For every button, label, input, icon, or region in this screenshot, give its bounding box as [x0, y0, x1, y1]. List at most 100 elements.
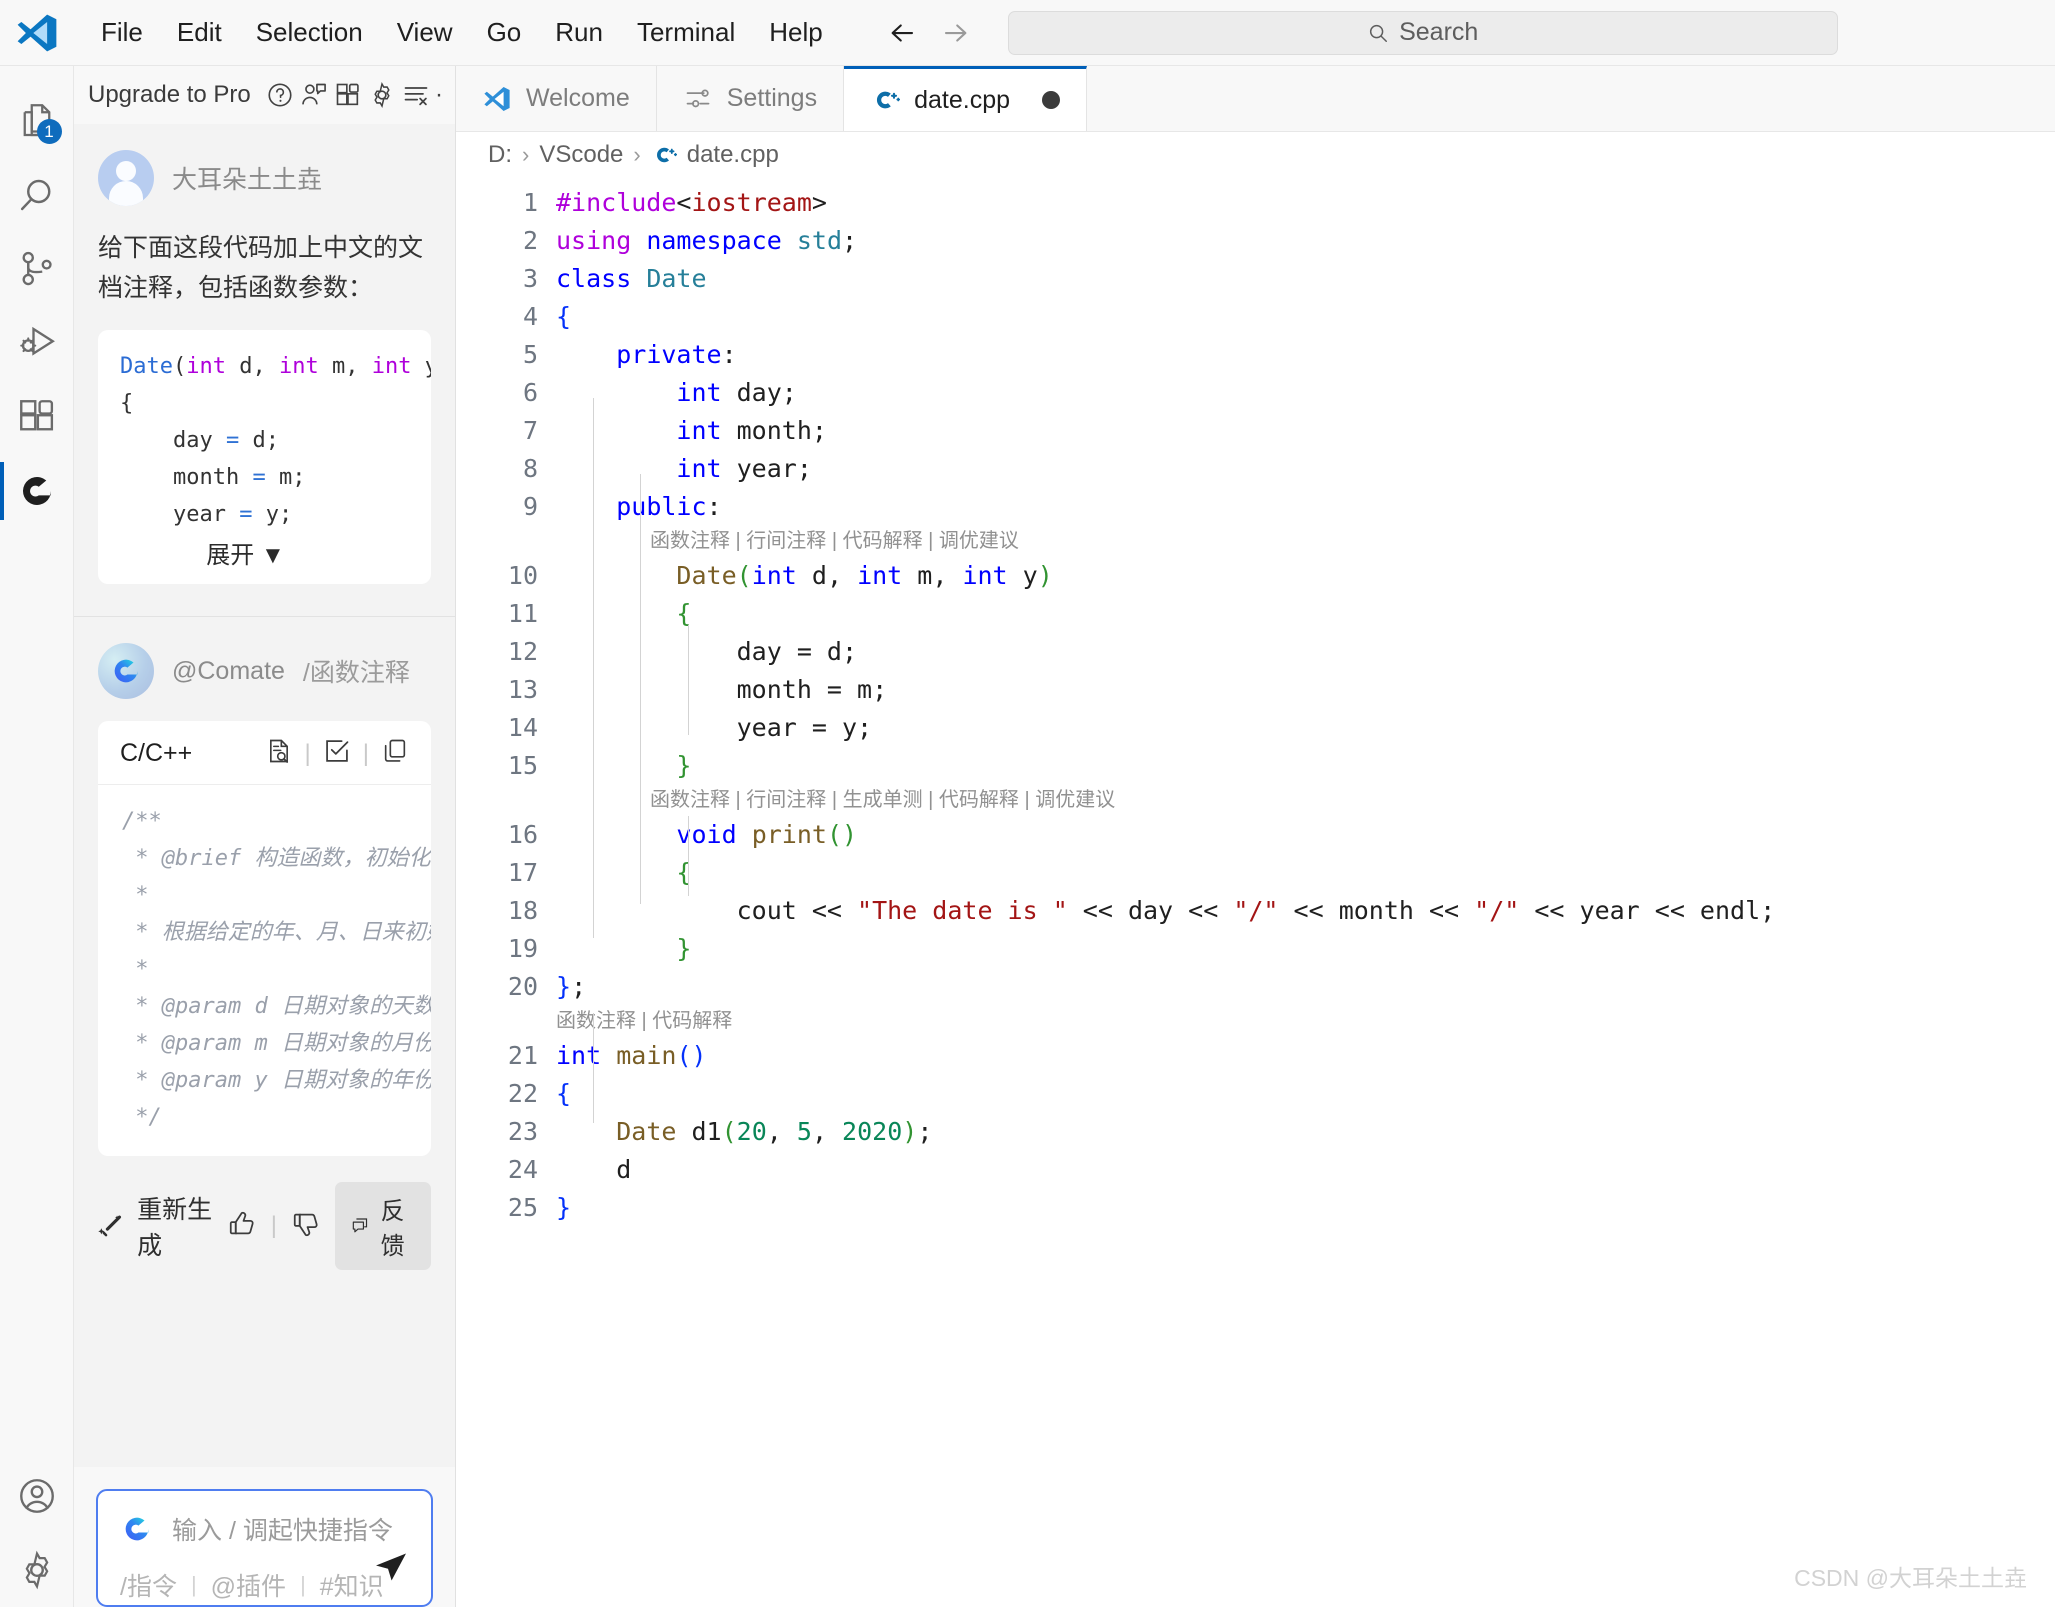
tab-settings[interactable]: Settings: [656, 66, 845, 131]
diff-button[interactable]: [265, 737, 293, 770]
line-number: 6: [522, 378, 538, 407]
check-box-icon: [325, 740, 349, 762]
breadcrumb-drive[interactable]: D:: [488, 141, 512, 169]
line-content: }: [556, 1193, 572, 1222]
panel-layout-button[interactable]: [331, 74, 365, 116]
line-content: {: [556, 1079, 572, 1108]
vscode-icon: [482, 84, 512, 114]
thumbs-up-button[interactable]: [227, 1209, 257, 1244]
extensions-icon: [19, 400, 53, 431]
manage-settings-button[interactable]: [0, 1533, 74, 1607]
copy-button[interactable]: [381, 737, 409, 770]
comate-prompt-input[interactable]: 输入 / 调起快捷指令 /指令 | @插件 | #知识: [96, 1489, 433, 1607]
accounts-button[interactable]: [0, 1459, 74, 1533]
menu-view[interactable]: View: [380, 11, 470, 54]
line-content: day = d;: [556, 637, 858, 666]
line-content: #include<iostream>: [556, 188, 827, 217]
expand-snippet-row: 展开 ▼: [120, 535, 431, 570]
action-separator: |: [362, 739, 369, 767]
comate-panel-toolbar: Upgrade to Pro ·: [74, 66, 455, 124]
comate-avatar: [98, 643, 154, 699]
go-forward-button[interactable]: [934, 13, 978, 53]
assistant-name: @Comate: [172, 656, 285, 685]
codelens-main[interactable]: 函数注释 | 代码解释: [556, 1006, 732, 1037]
code-editor[interactable]: 1 #include<iostream> 2 using namespace s…: [456, 178, 2055, 1607]
search-input[interactable]: Search: [1007, 10, 1838, 55]
line-number: 13: [507, 675, 538, 704]
person-add-icon: [302, 83, 326, 105]
question-circle-icon: [268, 83, 292, 107]
editor-tabs: Welcome Settings date.cpp: [456, 66, 2055, 132]
more-dots-icon[interactable]: ·: [433, 81, 445, 109]
assistant-header: @Comate /函数注释: [74, 617, 455, 699]
line-number: 25: [507, 1193, 538, 1222]
menu-run[interactable]: Run: [538, 11, 620, 54]
code-line: 21 int main(): [456, 1037, 2055, 1075]
help-button[interactable]: [263, 74, 297, 116]
code-line: 25 }: [456, 1189, 2055, 1227]
codelens-row: 函数注释 | 行间注释 | 代码解释 | 调优建议: [456, 526, 2055, 557]
tab-welcome[interactable]: Welcome: [456, 66, 657, 131]
sidebar-item-run-and-debug[interactable]: [0, 306, 74, 380]
code-line: 11 {: [456, 595, 2055, 633]
line-number: 3: [522, 264, 538, 293]
hint-command[interactable]: /指令: [120, 1567, 177, 1603]
expand-snippet-button[interactable]: 展开 ▼: [206, 542, 284, 569]
breadcrumb-file[interactable]: date.cpp: [687, 141, 779, 169]
apply-button[interactable]: [323, 737, 351, 770]
line-content: month = m;: [556, 675, 888, 704]
tab-date-cpp[interactable]: date.cpp: [844, 66, 1088, 131]
sidebar-item-extensions[interactable]: [0, 380, 74, 454]
navigation-buttons: [880, 13, 978, 53]
hint-plugin[interactable]: @插件: [211, 1567, 286, 1603]
feedback-separator: |: [270, 1212, 277, 1239]
source-control-icon: [22, 251, 52, 286]
line-content: cout << "The date is " << day << "/" << …: [556, 896, 1776, 925]
panel-layout-icon: [336, 83, 359, 106]
menu-selection[interactable]: Selection: [239, 11, 380, 54]
thumbs-down-button[interactable]: [291, 1209, 321, 1244]
menu-terminal[interactable]: Terminal: [620, 11, 752, 54]
upgrade-to-pro-button[interactable]: Upgrade to Pro: [88, 81, 251, 109]
line-number: 7: [522, 416, 538, 445]
regenerate-button[interactable]: 重新生成: [98, 1190, 227, 1262]
feedback-button[interactable]: 反馈: [335, 1182, 431, 1270]
answer-doc-comment: /** * @brief 构造函数，初始化日期对象 * * 根据给定的年、月、日…: [122, 809, 431, 1130]
user-code-snippet: Date(int d, int m, int y) { day = d; mon…: [98, 330, 431, 584]
sidebar-item-comate[interactable]: [0, 454, 74, 528]
sidebar-item-search[interactable]: [0, 158, 74, 232]
menu-go[interactable]: Go: [470, 11, 539, 54]
line-number: 24: [507, 1155, 538, 1184]
line-number: 12: [507, 637, 538, 666]
send-icon: [376, 1553, 406, 1581]
comment-icon: [352, 1218, 368, 1233]
send-message-button[interactable]: [373, 1549, 409, 1585]
invite-user-button[interactable]: [297, 74, 331, 116]
menu-edit[interactable]: Edit: [160, 11, 239, 54]
comate-side-panel: Upgrade to Pro · 大耳朵土土垚 给下面这段代码加上中文的文档注释…: [74, 66, 456, 1607]
hint-separator: |: [190, 1572, 197, 1597]
sidebar-item-source-control[interactable]: [0, 232, 74, 306]
comate-settings-button[interactable]: [365, 74, 399, 116]
line-content: using namespace std;: [556, 226, 858, 255]
go-back-button[interactable]: [880, 13, 924, 53]
breadcrumb-folder[interactable]: VScode: [539, 141, 623, 169]
breadcrumb: D: › VScode › date.cpp: [456, 132, 2055, 178]
tab-dirty-indicator[interactable]: [1042, 91, 1061, 109]
breadcrumb-separator: ›: [633, 142, 641, 167]
comate-logo-icon: [114, 659, 138, 683]
sidebar-item-explorer[interactable]: 1: [0, 84, 74, 158]
line-content: int main(): [556, 1041, 707, 1070]
menu-file[interactable]: File: [84, 11, 160, 54]
clear-conversation-button[interactable]: [399, 74, 433, 116]
assistant-answer-card: C/C++ | | /** * @brief 构造函数，初始化 * * 根据给定…: [98, 721, 431, 1156]
code-line: 22 {: [456, 1075, 2055, 1113]
user-prompt-text: 给下面这段代码加上中文的文档注释，包括函数参数：: [98, 234, 424, 302]
answer-footer: 重新生成 | 反馈: [74, 1156, 455, 1292]
code-line: 15 }: [456, 747, 2055, 785]
expand-label: 展开: [206, 542, 255, 569]
menu-help[interactable]: Help: [752, 11, 839, 54]
codelens-ctor[interactable]: 函数注释 | 行间注释 | 代码解释 | 调优建议: [556, 526, 1019, 557]
editor-area: Welcome Settings date.cpp D: › VScode › …: [456, 66, 2055, 1607]
comate-input-area: 输入 / 调起快捷指令 /指令 | @插件 | #知识: [74, 1467, 455, 1607]
